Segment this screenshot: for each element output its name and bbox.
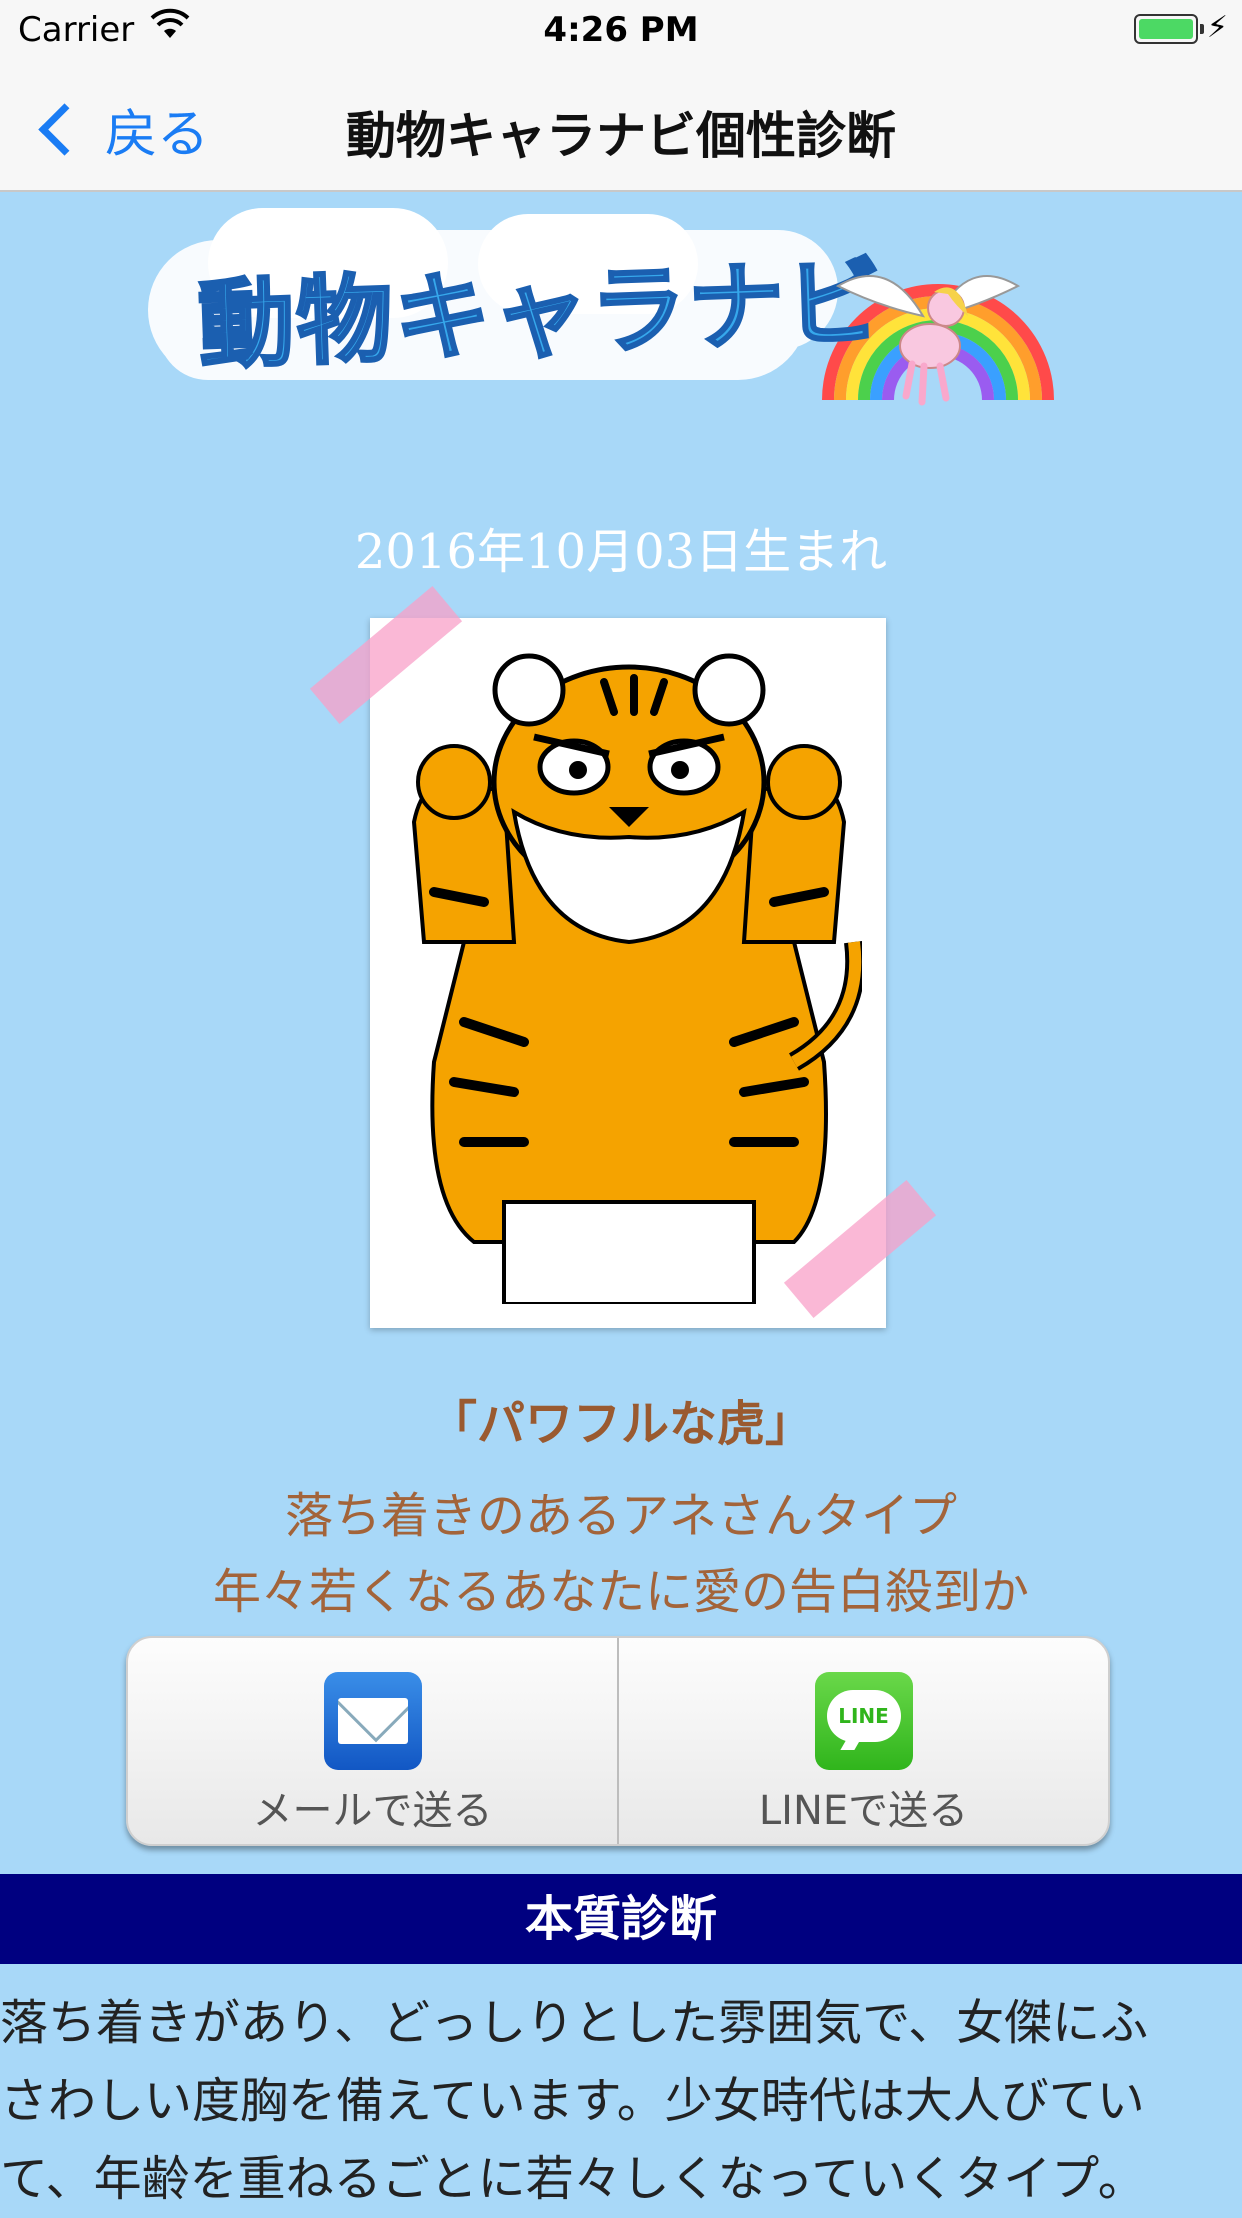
body-text-line: さわしい度胸を備えています。少女時代は大人びてい: [0, 2073, 1145, 2129]
section-body: 落ち着きがあり、どっしりとした雰囲気で、女傑にふ さわしい度胸を備えています。少…: [0, 1984, 1242, 2218]
charging-icon: ⚡: [1206, 10, 1228, 45]
pegasus-icon: [835, 275, 1021, 406]
send-line-label: LINEで送る: [758, 1788, 969, 1834]
mail-icon: [323, 1672, 422, 1770]
character-card: [370, 618, 886, 1328]
share-button-group: メールで送る LINE LINEで送る: [126, 1636, 1110, 1846]
navigation-bar: 戻る 動物キャラナビ個性診断: [0, 62, 1242, 192]
send-mail-label: メールで送る: [252, 1788, 493, 1834]
section-header: 本質診断: [0, 1874, 1242, 1964]
character-description-line: 落ち着きのあるアネさんタイプ: [284, 1488, 957, 1544]
page-title: 動物キャラナビ個性診断: [346, 107, 896, 165]
send-mail-button[interactable]: メールで送る: [128, 1638, 617, 1844]
body-text-line: 落ち着きがあり、どっしりとした雰囲気で、女傑にふ: [0, 1995, 1149, 2051]
send-line-button[interactable]: LINE LINEで送る: [617, 1638, 1108, 1844]
line-icon: LINE: [814, 1672, 913, 1770]
body-text-line: て、年齢を重ねるごとに若々しくなっていくタイプ。: [0, 2151, 1146, 2207]
tiger-illustration: [394, 642, 862, 1304]
battery-icon: [1134, 14, 1204, 44]
status-bar: Carrier 4:26 PM ⚡: [0, 0, 1242, 62]
logo-text: 動物キャラナビ: [195, 245, 887, 384]
character-description-line: 年々若くなるあなたに愛の告白殺到か: [212, 1564, 1029, 1620]
app-logo: 動物キャラナビ: [148, 200, 1088, 430]
clock: 4:26 PM: [543, 10, 699, 50]
character-type: 「パワフルな虎」: [428, 1396, 813, 1452]
birth-date: 2016年10月03日生まれ: [354, 524, 888, 580]
